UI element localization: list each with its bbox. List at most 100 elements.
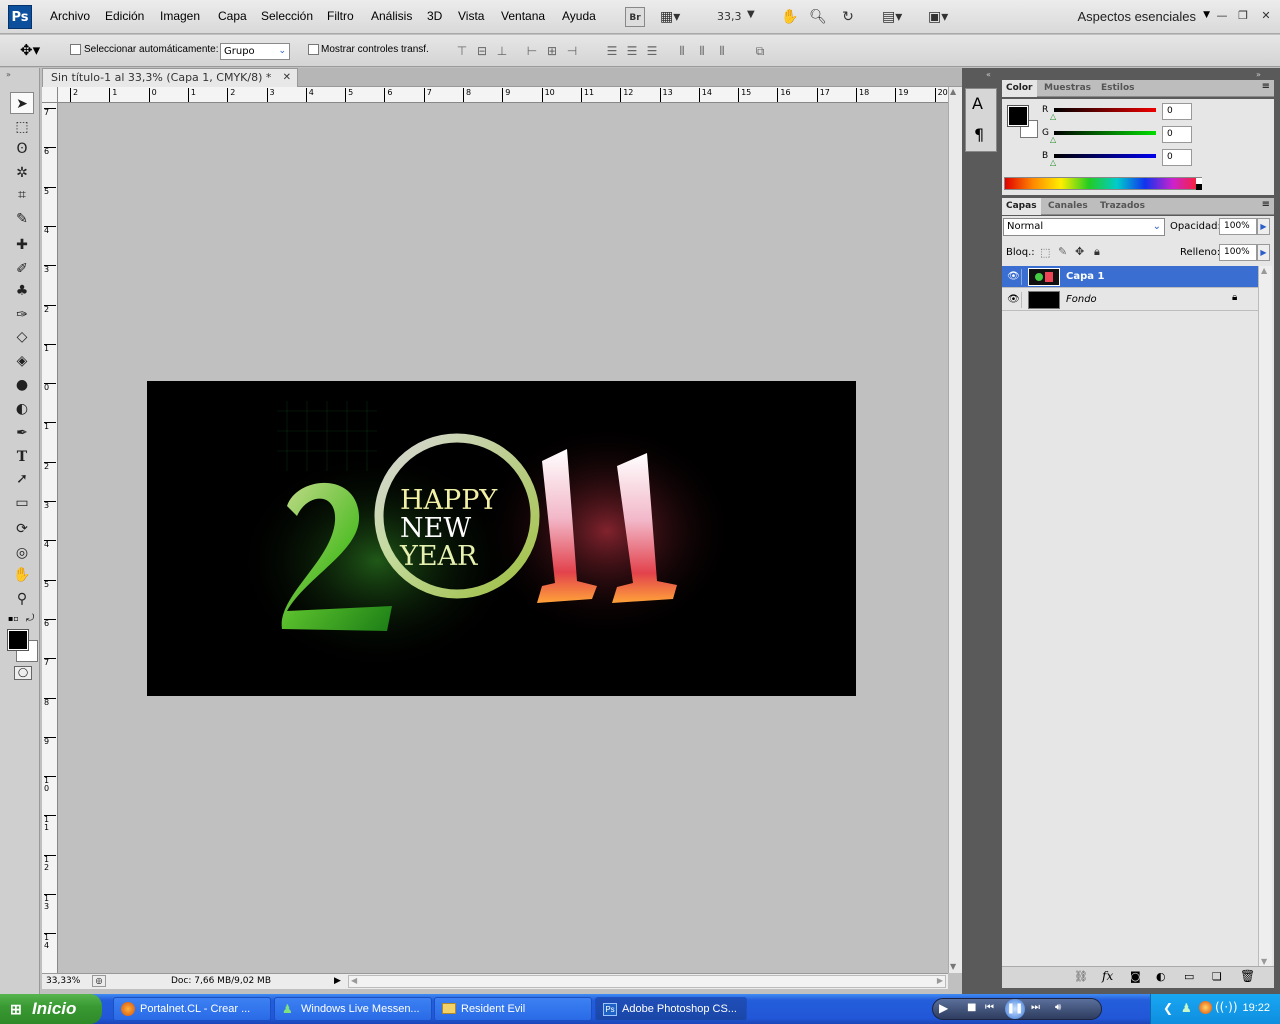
lock-pixels-icon[interactable]: ✎	[1058, 245, 1067, 258]
align-left-icon[interactable]: ⊢	[524, 43, 540, 59]
spectrum-black-chip[interactable]	[1196, 184, 1202, 190]
vertical-scrollbar[interactable]: ▲ ▼	[948, 87, 962, 973]
red-slider[interactable]	[1054, 108, 1156, 112]
path-selection-icon[interactable]: ➚	[10, 468, 34, 490]
ruler-origin[interactable]	[42, 87, 58, 103]
media-next-icon[interactable]: ⏭	[1031, 1002, 1040, 1013]
tab-canales[interactable]: Canales	[1044, 198, 1092, 215]
3d-orbit-icon[interactable]: ◎	[10, 542, 34, 564]
align-hcenter-icon[interactable]: ⊞	[544, 43, 560, 59]
layers-scroll-up-icon[interactable]: ▲	[1261, 266, 1267, 275]
lock-transparency-icon[interactable]: ⬚	[1040, 246, 1050, 259]
workspace-dropdown-icon[interactable]: ▼	[1203, 10, 1210, 20]
eyedropper-icon[interactable]: ✎	[10, 208, 34, 230]
lock-all-icon[interactable]: 🔒︎	[1094, 245, 1100, 259]
zoom-tool-icon[interactable]: ⚲	[10, 588, 34, 610]
task-portalnet[interactable]: Portalnet.CL - Crear ...	[113, 997, 271, 1021]
media-volume-icon[interactable]: 🔊︎	[1055, 1002, 1061, 1013]
media-stop-icon[interactable]: ■	[967, 1002, 976, 1013]
shape-tool-icon[interactable]: ▭	[10, 492, 34, 514]
link-layers-icon[interactable]: ⛓	[1074, 970, 1088, 983]
green-slider[interactable]	[1054, 131, 1156, 135]
auto-align-icon[interactable]: ⧉	[752, 43, 768, 59]
auto-select-checkbox[interactable]	[70, 44, 81, 55]
align-vcenter-icon[interactable]: ⊟	[474, 43, 490, 59]
horizontal-ruler[interactable]: 2 1 0 1 2 3 4 5 6 7 8 9 10 11 12 13 14 15 16 17 18 19 20	[42, 87, 948, 103]
menu-analisis[interactable]: Análisis	[371, 9, 412, 23]
lasso-tool-icon[interactable]: ʘ	[10, 138, 34, 160]
paint-bucket-icon[interactable]: ◈	[10, 350, 34, 372]
blue-slider-thumb-icon[interactable]: △	[1050, 158, 1056, 167]
menu-filtro[interactable]: Filtro	[327, 9, 354, 23]
tab-trazados[interactable]: Trazados	[1096, 198, 1149, 215]
task-messenger[interactable]: ♟ Windows Live Messen...	[274, 997, 432, 1021]
screen-mode-icon[interactable]: ▣▾	[928, 7, 948, 27]
magic-wand-icon[interactable]: ✲	[10, 162, 34, 184]
status-preview-icon[interactable]: ◎	[92, 975, 106, 987]
align-bottom-icon[interactable]: ⊥	[494, 43, 510, 59]
new-group-icon[interactable]: ▭	[1184, 970, 1194, 983]
green-slider-thumb-icon[interactable]: △	[1050, 135, 1056, 144]
move-tool-icon[interactable]: ➤	[10, 92, 34, 114]
distribute-vcenter-icon[interactable]: ☰	[624, 43, 640, 59]
scroll-up-icon[interactable]: ▲	[950, 87, 956, 96]
default-colors-icon[interactable]: ▪▫	[8, 614, 19, 623]
green-input[interactable]: 0	[1162, 126, 1192, 143]
clone-stamp-icon[interactable]: ♣	[10, 280, 34, 302]
hand-icon[interactable]: ✋	[780, 7, 800, 27]
start-button[interactable]: ⊞ Inicio	[0, 994, 102, 1024]
media-pause-icon[interactable]: ❚❚	[1005, 999, 1025, 1019]
bridge-button[interactable]: Br	[625, 7, 645, 27]
scroll-left-icon[interactable]: ◀	[351, 976, 357, 985]
menu-capa[interactable]: Capa	[218, 9, 247, 23]
media-open-icon[interactable]: ▶	[939, 1001, 948, 1015]
red-input[interactable]: 0	[1162, 103, 1192, 120]
scroll-down-icon[interactable]: ▼	[950, 962, 956, 971]
history-brush-icon[interactable]: ✑	[10, 304, 34, 326]
tray-app-icon[interactable]	[1199, 1001, 1212, 1014]
document-tab[interactable]: Sin título-1 al 33,3% (Capa 1, CMYK/8) *…	[42, 68, 298, 87]
layer-row-fondo[interactable]: 👁︎ Fondo 🔒︎	[1002, 289, 1258, 311]
media-prev-icon[interactable]: ⏮	[985, 1002, 994, 1013]
close-tab-icon[interactable]: ✕	[283, 69, 291, 87]
color-spectrum-ramp[interactable]	[1004, 177, 1202, 190]
distribute-hcenter-icon[interactable]: ⫴	[694, 43, 710, 59]
layer-style-icon[interactable]: fx	[1102, 969, 1113, 983]
adjustment-layer-icon[interactable]: ◐	[1156, 970, 1166, 983]
eye-icon[interactable]: 👁︎	[1006, 292, 1022, 308]
distribute-left-icon[interactable]: ⫴	[674, 43, 690, 59]
eye-icon[interactable]: 👁︎	[1006, 269, 1022, 285]
minimize-icon[interactable]: —	[1214, 8, 1230, 24]
fill-input[interactable]: 100%	[1219, 244, 1257, 261]
type-tool-icon[interactable]: T	[10, 446, 34, 468]
paragraph-panel-icon[interactable]: ¶	[974, 125, 984, 144]
red-slider-thumb-icon[interactable]: △	[1050, 112, 1056, 121]
color-fg-swatch[interactable]	[1007, 105, 1029, 127]
collapse-panel-icon[interactable]: »	[6, 70, 11, 79]
horizontal-scrollbar[interactable]: ◀ ▶	[348, 975, 946, 988]
zoom-icon[interactable]: 🔍︎	[808, 7, 828, 27]
distribute-top-icon[interactable]: ☰	[604, 43, 620, 59]
delete-layer-icon[interactable]: 🗑︎	[1240, 969, 1255, 983]
menu-imagen[interactable]: Imagen	[160, 9, 200, 23]
layers-scrollbar[interactable]: ▲ ▼	[1258, 266, 1272, 966]
align-right-icon[interactable]: ⊣	[564, 43, 580, 59]
pen-tool-icon[interactable]: ✒	[10, 422, 34, 444]
task-photoshop[interactable]: Ps Adobe Photoshop CS...	[595, 997, 747, 1021]
blend-mode-select[interactable]: Normal ⌄	[1003, 218, 1165, 236]
character-panel-icon[interactable]: A	[972, 94, 983, 113]
distribute-right-icon[interactable]: ⫴	[714, 43, 730, 59]
swap-colors-icon[interactable]: ⤾	[26, 613, 34, 624]
menu-ayuda[interactable]: Ayuda	[562, 9, 596, 23]
tab-muestras[interactable]: Muestras	[1040, 80, 1095, 97]
tab-color[interactable]: Color	[1002, 80, 1037, 97]
zoom-status[interactable]: 33,33%	[46, 974, 80, 989]
layer-mask-icon[interactable]: ◙	[1130, 970, 1141, 983]
move-tool-preset-icon[interactable]: ✥▾	[20, 41, 40, 59]
tray-expand-icon[interactable]: ❮	[1163, 1001, 1173, 1015]
menu-seleccion[interactable]: Selección	[261, 9, 313, 23]
blur-tool-icon[interactable]: ●	[10, 374, 34, 396]
rotate-view-icon[interactable]: ↻	[838, 7, 858, 27]
menu-vista[interactable]: Vista	[458, 9, 484, 23]
status-menu-arrow-icon[interactable]: ▶	[334, 974, 341, 989]
